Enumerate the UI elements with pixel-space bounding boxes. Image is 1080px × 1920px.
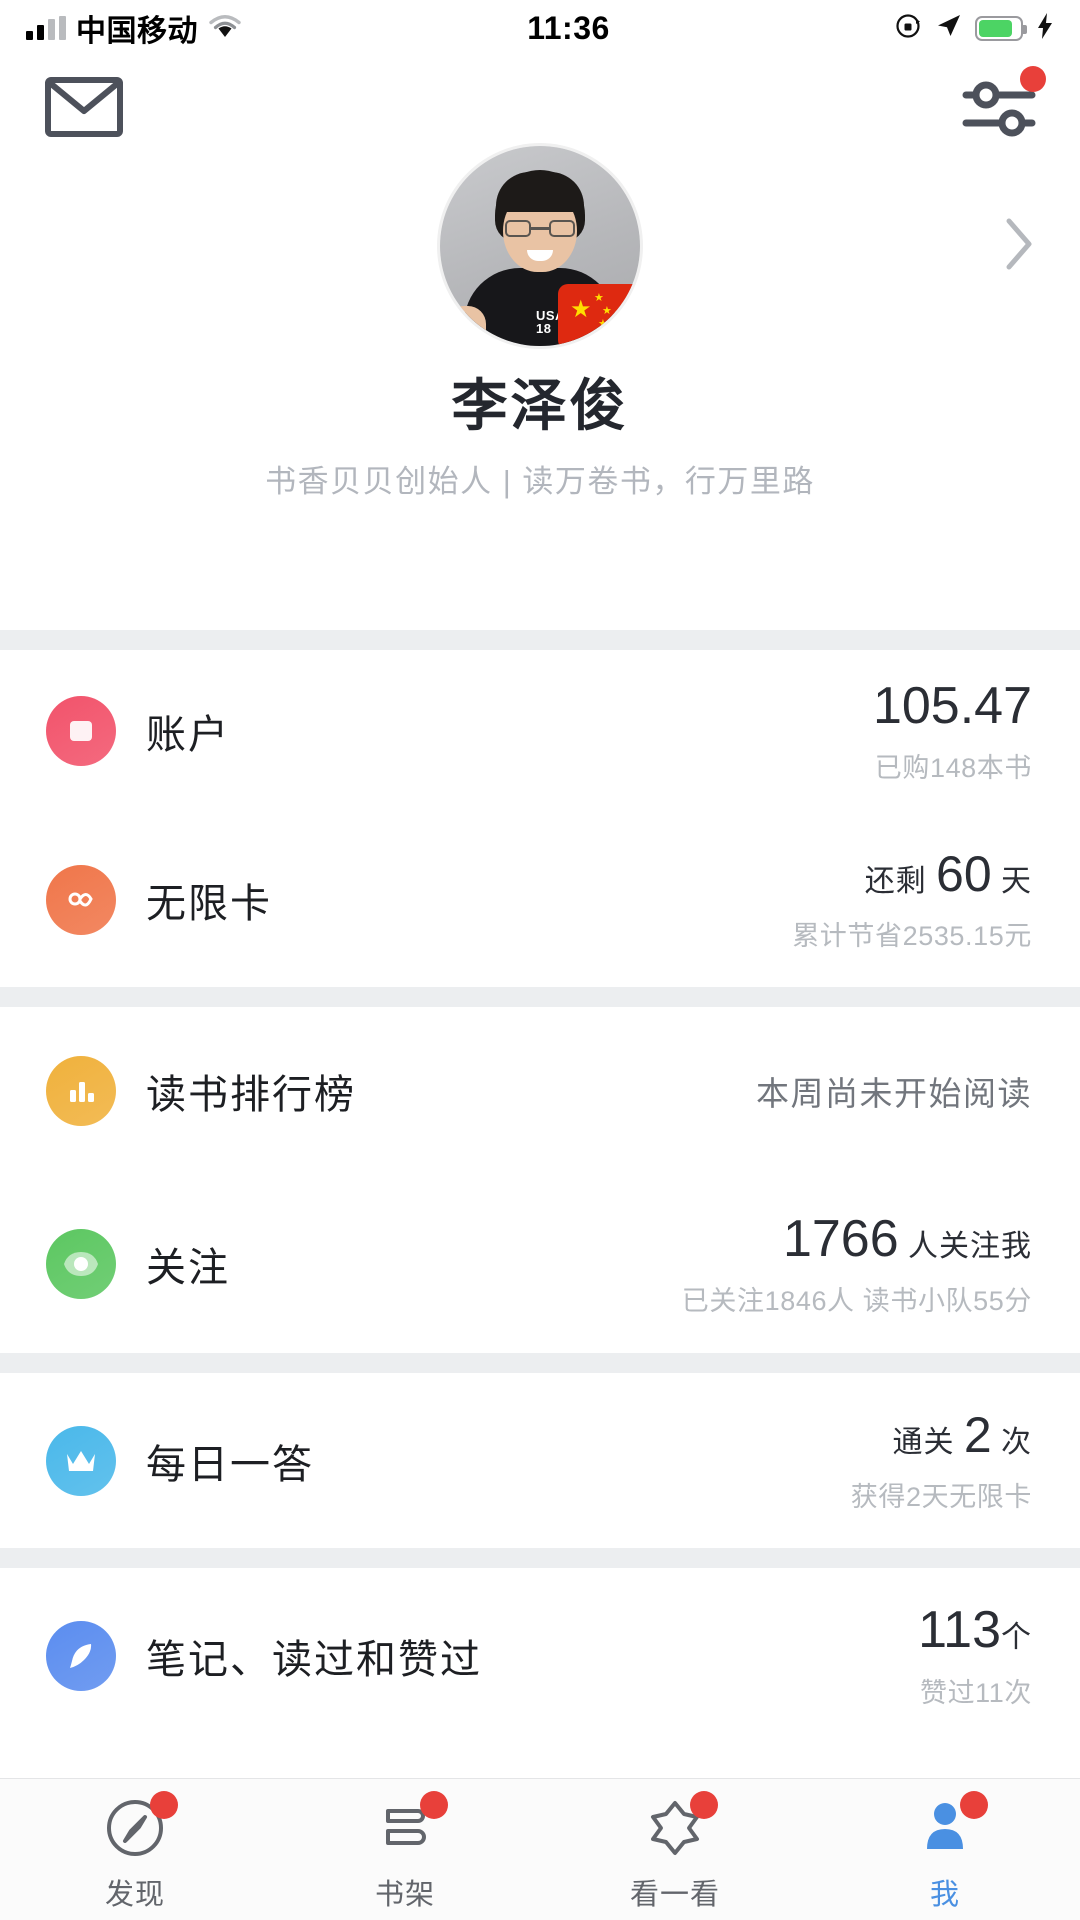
list-item-value: 通关 2 次 xyxy=(892,1407,1032,1464)
bookshelf-icon xyxy=(372,1791,448,1861)
mail-envelope-icon[interactable] xyxy=(45,76,123,143)
status-bar-center: 11:36 xyxy=(242,10,895,47)
tab-discover-label: 发现 xyxy=(104,1879,165,1911)
tab-bookshelf[interactable]: 书架 xyxy=(270,1791,540,1913)
settings-list: 账户 105.47 已购148本书无限卡 还剩 60 天累计节省2535.15元读书排… xyxy=(0,630,1080,1743)
avatar-image: USA 18 ★ ★ ★ ★ xyxy=(440,146,640,346)
chevron-right-icon[interactable] xyxy=(1002,216,1036,277)
rotation-lock-icon xyxy=(895,12,923,45)
discover-badge-dot xyxy=(150,1791,178,1819)
list-item-reading-ranking[interactable]: 读书排行榜 本周尚未开始阅读 xyxy=(0,1007,1080,1175)
list-item-follow[interactable]: 关注 1766 人关注我已关注1846人 读书小队55分 xyxy=(0,1175,1080,1353)
eye-icon xyxy=(46,1229,116,1299)
section-divider xyxy=(0,987,1080,1007)
list-item-label: 每日一答 xyxy=(146,1442,314,1487)
list-item-value: 1766 人关注我 xyxy=(782,1209,1032,1268)
list-item-value: 113个 xyxy=(918,1601,1032,1660)
avatar[interactable]: USA 18 ★ ★ ★ ★ xyxy=(440,146,640,346)
list-item-subtitle: 赞过11次 xyxy=(919,1677,1032,1708)
list-item-subtitle: 获得2天无限卡 xyxy=(850,1481,1032,1512)
list-section: 每日一答 通关 2 次获得2天无限卡 xyxy=(0,1373,1080,1548)
list-item-value-group: 还剩 60 天累计节省2535.15元 xyxy=(792,846,1032,953)
crown-icon xyxy=(46,1425,116,1496)
settings-badge-dot xyxy=(1020,66,1046,92)
profile-bio: 书香贝贝创始人 | 读万卷书，行万里路 xyxy=(265,464,815,499)
status-bar-clock: 11:36 xyxy=(527,9,610,46)
person-icon xyxy=(912,1791,988,1861)
tab-me-label: 我 xyxy=(929,1879,960,1911)
list-section: 账户 105.47 已购148本书无限卡 还剩 60 天累计节省2535.15元 xyxy=(0,650,1080,987)
list-item-value: 105.47 xyxy=(872,676,1032,735)
list-item-notes-read-liked[interactable]: 笔记、读过和赞过 113个赞过11次 xyxy=(0,1568,1080,1743)
list-item-label: 关注 xyxy=(146,1246,230,1290)
bar-chart-icon xyxy=(46,1056,116,1126)
list-section: 笔记、读过和赞过 113个赞过11次 xyxy=(0,1568,1080,1743)
tab-bar: 发现 书架 看一看 我 xyxy=(0,1778,1080,1920)
list-item-value: 还剩 60 天 xyxy=(864,846,1032,903)
feather-pen-icon xyxy=(46,1620,116,1691)
app-root: 中国移动 11:36 USA 18 ★ ★ ★ ★ 李泽俊 书香贝贝创始人 | … xyxy=(0,0,1080,1920)
profile-header[interactable]: USA 18 ★ ★ ★ ★ 李泽俊 书香贝贝创始人 | 读万卷书，行万里路 xyxy=(0,146,1080,630)
carrier-label: 中国移动 xyxy=(76,15,198,48)
list-item-status: 本周尚未开始阅读 xyxy=(756,1075,1032,1112)
lightning-bolt-icon xyxy=(1036,12,1054,45)
look-badge-dot xyxy=(690,1791,718,1819)
list-item-label: 笔记、读过和赞过 xyxy=(146,1637,482,1682)
page-title: 李泽俊 xyxy=(451,374,629,437)
china-flag-icon: ★ ★ ★ ★ xyxy=(558,284,640,346)
status-bar: 中国移动 11:36 xyxy=(0,0,1080,56)
list-item-value-group: 通关 2 次获得2天无限卡 xyxy=(851,1407,1032,1514)
list-item-account[interactable]: 账户 105.47 已购148本书 xyxy=(0,650,1080,812)
tab-me[interactable]: 我 xyxy=(810,1791,1080,1913)
section-divider xyxy=(0,1353,1080,1373)
list-item-subtitle: 累计节省2535.15元 xyxy=(792,920,1032,951)
account-wallet-icon xyxy=(46,696,116,766)
list-item-value-group: 1766 人关注我已关注1846人 读书小队55分 xyxy=(682,1210,1032,1319)
list-item-label: 无限卡 xyxy=(146,881,272,926)
list-item-value-group: 113个赞过11次 xyxy=(918,1601,1032,1710)
wifi-icon xyxy=(208,13,242,44)
infinity-card-icon xyxy=(46,864,116,935)
me-badge-dot xyxy=(960,1791,988,1819)
list-item-subtitle: 已购148本书 xyxy=(874,753,1032,784)
section-divider xyxy=(0,1548,1080,1568)
battery-icon xyxy=(975,15,1027,41)
tab-bookshelf-label: 书架 xyxy=(374,1879,435,1911)
nav-bar xyxy=(0,56,1080,156)
list-item-subtitle: 已关注1846人 读书小队55分 xyxy=(681,1286,1032,1317)
list-item-daily-question[interactable]: 每日一答 通关 2 次获得2天无限卡 xyxy=(0,1373,1080,1548)
status-bar-right xyxy=(895,12,1054,45)
settings-sliders-icon[interactable] xyxy=(962,66,1046,145)
section-divider xyxy=(0,630,1080,650)
list-item-label: 账户 xyxy=(146,713,230,757)
list-item-value-group: 本周尚未开始阅读 xyxy=(756,1067,1032,1115)
list-item-unlimited-card[interactable]: 无限卡 还剩 60 天累计节省2535.15元 xyxy=(0,812,1080,987)
status-bar-left: 中国移动 xyxy=(26,6,242,50)
signal-bars-icon xyxy=(26,16,66,40)
list-item-label: 读书排行榜 xyxy=(146,1073,356,1117)
compass-icon xyxy=(102,1791,178,1861)
tab-discover[interactable]: 发现 xyxy=(0,1791,270,1913)
location-arrow-icon xyxy=(936,13,962,44)
tab-look[interactable]: 看一看 xyxy=(540,1791,810,1913)
bookshelf-badge-dot xyxy=(420,1791,448,1819)
tab-look-label: 看一看 xyxy=(629,1879,720,1911)
list-section: 读书排行榜 本周尚未开始阅读关注 1766 人关注我已关注1846人 读书小队55分 xyxy=(0,1007,1080,1353)
list-item-value-group: 105.47 已购148本书 xyxy=(873,677,1032,786)
star-burst-icon xyxy=(642,1791,718,1861)
